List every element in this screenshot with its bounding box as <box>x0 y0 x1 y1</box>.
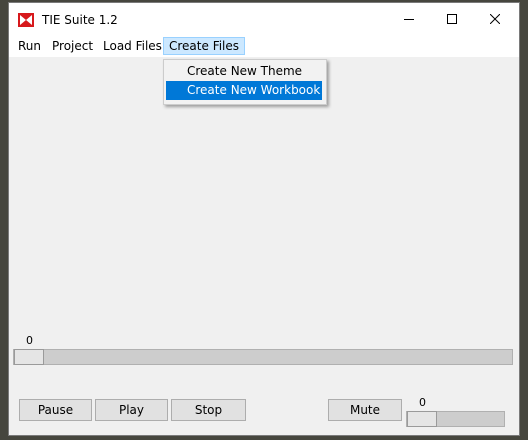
pause-button[interactable]: Pause <box>19 399 92 421</box>
close-button[interactable] <box>473 3 516 35</box>
menu-item-create-new-workbook[interactable]: Create New Workbook <box>166 81 322 100</box>
minimize-button[interactable] <box>387 3 430 35</box>
minimize-icon <box>403 19 414 20</box>
stop-button[interactable]: Stop <box>171 399 246 421</box>
volume-slider-track[interactable] <box>406 411 505 427</box>
mute-button[interactable]: Mute <box>328 399 402 421</box>
menu-create-files[interactable]: Create Files <box>163 37 246 55</box>
maximize-button[interactable] <box>430 3 473 35</box>
menu-run[interactable]: Run <box>13 37 46 55</box>
maximize-icon <box>446 14 457 24</box>
volume-slider-thumb[interactable] <box>407 411 437 427</box>
close-icon <box>489 14 500 24</box>
menu-load-files[interactable]: Load Files <box>98 37 167 55</box>
create-files-dropdown: Create New Theme Create New Workbook <box>163 59 327 105</box>
position-value-label: 0 <box>26 334 33 347</box>
app-window: TIE Suite 1.2 Run Project Load Files Cre… <box>8 2 520 436</box>
position-slider-thumb[interactable] <box>14 349 44 365</box>
menu-project[interactable]: Project <box>47 37 98 55</box>
play-button[interactable]: Play <box>95 399 168 421</box>
volume-value-label: 0 <box>419 396 426 409</box>
app-logo-icon <box>18 13 34 27</box>
menu-item-create-new-theme[interactable]: Create New Theme <box>166 62 322 81</box>
window-title: TIE Suite 1.2 <box>42 13 118 27</box>
position-slider-track[interactable] <box>13 349 513 365</box>
menu-bar: Run Project Load Files Create Files <box>9 35 519 57</box>
title-bar[interactable]: TIE Suite 1.2 <box>9 3 519 35</box>
